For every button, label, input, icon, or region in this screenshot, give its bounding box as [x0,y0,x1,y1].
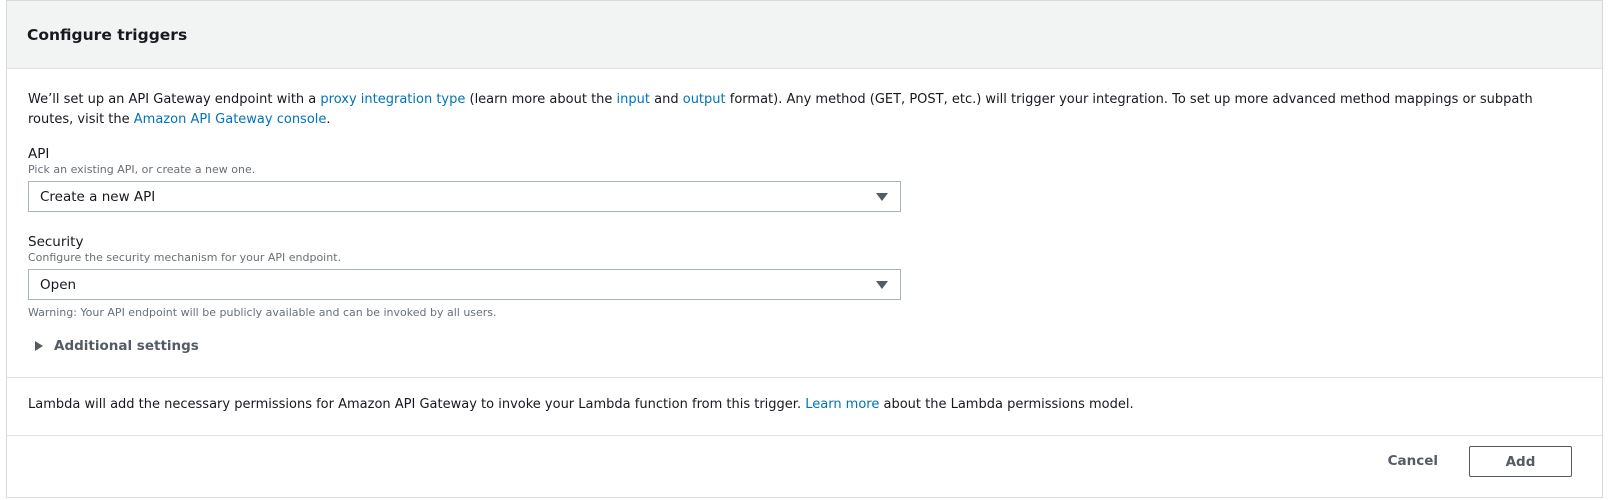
api-description: Pick an existing API, or create a new on… [28,163,256,176]
security-select[interactable]: Open [28,269,901,300]
intro-text: We’ll set up an API Gateway endpoint wit… [28,90,1578,130]
learn-more-link[interactable]: Learn more [805,397,879,412]
output-format-link[interactable]: output [683,92,726,107]
security-field: Security Configure the security mechanis… [28,233,1582,320]
caret-down-icon [876,192,888,201]
api-select[interactable]: Create a new API [28,181,901,212]
api-select-value: Create a new API [40,188,156,205]
api-gateway-console-link[interactable]: Amazon API Gateway console [134,112,327,127]
additional-settings-label: Additional settings [54,338,199,354]
security-description: Configure the security mechanism for you… [28,251,342,264]
panel-header: Configure triggers [7,1,1602,69]
security-label: Security [28,234,84,250]
api-label: API [28,146,50,162]
add-button[interactable]: Add [1469,446,1572,477]
intro-text-part: (learn more about the [465,92,617,107]
additional-settings-toggle[interactable]: Additional settings [35,338,1582,354]
api-field: API Pick an existing API, or create a ne… [28,145,1582,212]
caret-right-icon [35,341,43,351]
cancel-button[interactable]: Cancel [1388,453,1438,469]
security-warning: Warning: Your API endpoint will be publi… [28,306,497,319]
permissions-text-part: about the Lambda permissions model. [879,397,1134,412]
configure-triggers-panel: Configure triggers We’ll set up an API G… [6,0,1603,498]
intro-text-part: . [326,112,331,127]
panel-body: We’ll set up an API Gateway endpoint wit… [7,69,1602,354]
panel-title: Configure triggers [27,25,188,44]
permissions-note: Lambda will add the necessary permission… [28,397,1134,412]
permissions-text-part: Lambda will add the necessary permission… [28,397,806,412]
proxy-integration-link[interactable]: proxy integration type [320,92,465,107]
divider [7,377,1602,378]
input-format-link[interactable]: input [617,92,650,107]
security-select-value: Open [40,276,77,293]
panel-footer: Cancel Add [7,435,1602,497]
caret-down-icon [876,280,888,289]
intro-text-part: We’ll set up an API Gateway endpoint wit… [28,92,321,107]
intro-text-part: and [650,92,683,107]
